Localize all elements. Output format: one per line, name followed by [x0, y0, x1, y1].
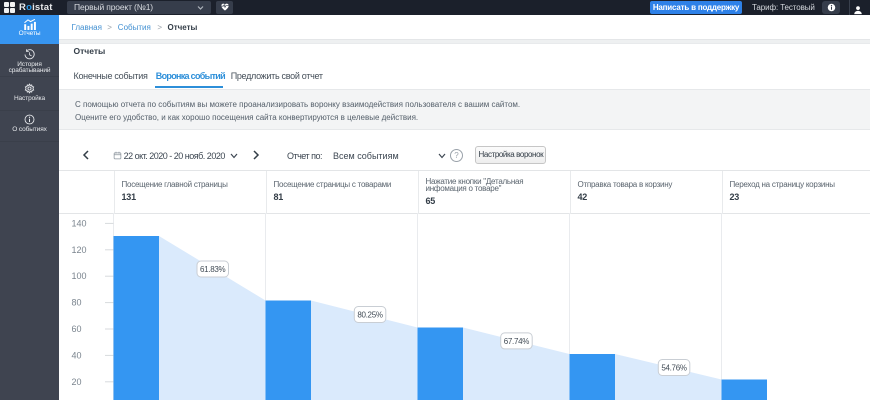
svg-text:140: 140: [72, 218, 87, 228]
svg-text:40: 40: [72, 350, 82, 360]
svg-text:60: 60: [72, 324, 82, 334]
svg-text:80.25%: 80.25%: [357, 311, 383, 320]
svg-text:54.76%: 54.76%: [661, 364, 687, 373]
svg-text:61.83%: 61.83%: [200, 265, 226, 274]
svg-text:80: 80: [72, 298, 82, 308]
svg-text:100: 100: [72, 271, 87, 281]
svg-text:120: 120: [72, 245, 87, 255]
svg-text:67.74%: 67.74%: [504, 337, 530, 346]
svg-text:20: 20: [72, 377, 82, 387]
